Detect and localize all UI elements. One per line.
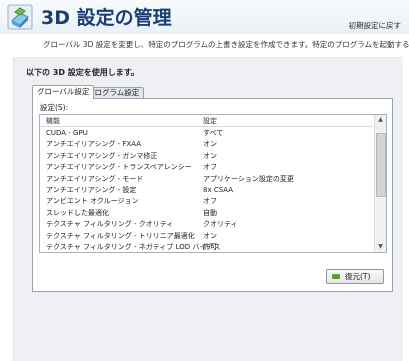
table-row[interactable]: アンチエイリアシング - 設定 8x CSAA	[40, 184, 373, 195]
settings-table: 機能 設定 CUDA - GPU すべて アンチエイリアシング - FXAA オン …	[39, 114, 387, 253]
row-feature: アンチエイリアシング - モード	[46, 174, 144, 183]
page-title: 3D 設定の管理	[41, 7, 172, 29]
tab-content: 設定(S): 機能 設定 CUDA - GPU すべて アンチエイリアシング - …	[32, 98, 393, 292]
table-row[interactable]: テクスチャ フィルタリング - トリリニア最適化 オン	[40, 230, 373, 241]
row-setting: オフ	[203, 163, 217, 172]
table-row[interactable]: アンチエイリアシング - モード アプリケーション設定の変更	[40, 173, 373, 184]
3d-settings-icon	[7, 4, 33, 30]
column-header-setting[interactable]: 設定	[203, 116, 217, 126]
row-setting: オン	[203, 231, 217, 240]
row-feature: アンビエント オクルージョン	[46, 197, 139, 206]
row-setting: オフ	[203, 197, 217, 206]
restore-button-label: 復元(T)	[345, 272, 371, 281]
table-row[interactable]: アンチエイリアシング - FXAA オン	[40, 138, 373, 149]
tab-global-settings[interactable]: グローバル設定	[32, 85, 95, 99]
row-feature: テクスチャ フィルタリング - クオリティ	[46, 220, 174, 229]
table-row[interactable]: スレッドした最適化 自動	[40, 207, 373, 218]
restore-button[interactable]: 復元(T)	[326, 269, 384, 284]
table-row[interactable]: テクスチャ フィルタリング - クオリティ クオリティ	[40, 218, 373, 229]
table-header: 機能 設定	[40, 115, 373, 127]
nvidia-logo-icon	[332, 274, 340, 279]
table-row[interactable]: テクスチャ フィルタリング - ネガティブ LOD バイアス 許可	[40, 241, 373, 252]
row-feature: CUDA - GPU	[46, 129, 88, 137]
scroll-up-arrow-icon[interactable]: ▲	[375, 115, 386, 125]
scroll-thumb[interactable]	[376, 133, 386, 197]
row-setting: アプリケーション設定の変更	[203, 174, 294, 183]
page-description: グローバル 3D 設定を変更し、特定のプログラムの上書き設定を作成できます。特定…	[43, 40, 409, 49]
row-feature: スレッドした最適化	[46, 208, 109, 217]
row-setting: オン	[203, 140, 217, 149]
row-feature: アンチエイリアシング - ガンマ修正	[46, 151, 158, 160]
row-setting: オン	[203, 151, 217, 160]
row-setting: すべて	[203, 129, 224, 137]
section-title: 以下の 3D 設定を使用します。	[26, 68, 139, 77]
table-row[interactable]: アンチエイリアシング - ガンマ修正 オン	[40, 150, 373, 161]
row-setting: 許可	[203, 242, 217, 251]
table-row[interactable]: CUDA - GPU すべて	[40, 127, 373, 138]
vertical-scrollbar[interactable]: ▲ ▼	[374, 115, 386, 252]
row-setting: 自動	[203, 208, 217, 217]
row-feature: テクスチャ フィルタリング - トリリニア最適化	[46, 231, 195, 240]
scroll-down-arrow-icon[interactable]: ▼	[375, 242, 386, 252]
row-feature: アンチエイリアシング - トランスペアレンシー	[46, 163, 192, 172]
settings-panel: 以下の 3D 設定を使用します。 グローバル設定 プログラム設定 設定(S): …	[13, 57, 403, 361]
restore-defaults-link[interactable]: 初期設定に戻す	[349, 20, 402, 31]
settings-label: 設定(S):	[40, 103, 69, 112]
row-setting: クオリティ	[203, 220, 238, 229]
header-banner: 3D 設定の管理 初期設定に戻す	[0, 0, 409, 34]
table-row[interactable]: アンチエイリアシング - トランスペアレンシー オフ	[40, 161, 373, 172]
table-rows: CUDA - GPU すべて アンチエイリアシング - FXAA オン アンチエイリ…	[40, 127, 373, 252]
row-feature: テクスチャ フィルタリング - ネガティブ LOD バイアス	[46, 242, 221, 251]
row-setting: 8x CSAA	[203, 185, 234, 194]
table-row[interactable]: アンビエント オクルージョン オフ	[40, 195, 373, 206]
row-feature: アンチエイリアシング - FXAA	[46, 140, 142, 149]
column-header-feature[interactable]: 機能	[46, 116, 60, 126]
row-feature: アンチエイリアシング - 設定	[46, 185, 137, 194]
